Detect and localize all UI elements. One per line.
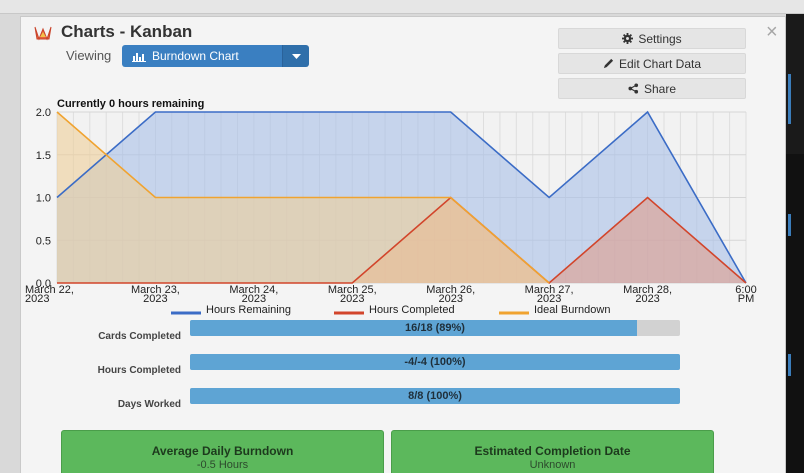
x-tick-label: 2023 <box>340 293 364 305</box>
stat-progress-text: 8/8 (100%) <box>408 390 462 402</box>
x-tick-label: 2023 <box>143 293 167 305</box>
stat-progress-bar: 16/18 (89%) <box>190 320 680 336</box>
legend-label: Hours Completed <box>369 304 455 316</box>
x-tick-label: 2023 <box>25 293 49 305</box>
browser-top-strip <box>0 0 804 14</box>
stat-label: Cards Completed <box>98 331 181 342</box>
average-daily-burndown-heading: Average Daily Burndown <box>151 444 294 458</box>
stat-progress-bar: -4/-4 (100%) <box>190 354 680 370</box>
y-tick-label: 0.5 <box>36 235 51 247</box>
x-tick-label: PM <box>738 293 755 305</box>
average-daily-burndown-card: Average Daily Burndown -0.5 Hours <box>61 430 384 473</box>
stat-label: Days Worked <box>117 399 181 410</box>
legend-label: Ideal Burndown <box>534 304 610 316</box>
stat-progress-text: 16/18 (89%) <box>405 322 465 334</box>
legend-label: Hours Remaining <box>206 304 291 316</box>
stat-progress-text: -4/-4 (100%) <box>404 356 466 368</box>
stat-label: Hours Completed <box>97 365 181 376</box>
background-page-edge <box>786 14 804 473</box>
y-tick-label: 1.5 <box>36 150 51 162</box>
estimated-completion-heading: Estimated Completion Date <box>474 444 631 458</box>
burndown-chart: 0.00.51.01.52.0March 22,2023March 23,202… <box>25 107 757 316</box>
y-tick-label: 2.0 <box>36 107 51 119</box>
average-daily-burndown-value: -0.5 Hours <box>196 459 249 471</box>
charts-modal: Charts - Kanban × Viewing Burndown Chart <box>20 16 786 473</box>
stat-progress-bar: 8/8 (100%) <box>190 388 680 404</box>
x-tick-label: 2023 <box>635 293 659 305</box>
estimated-completion-card: Estimated Completion Date Unknown <box>391 430 714 473</box>
y-tick-label: 1.0 <box>36 193 51 205</box>
estimated-completion-value: Unknown <box>529 459 576 471</box>
